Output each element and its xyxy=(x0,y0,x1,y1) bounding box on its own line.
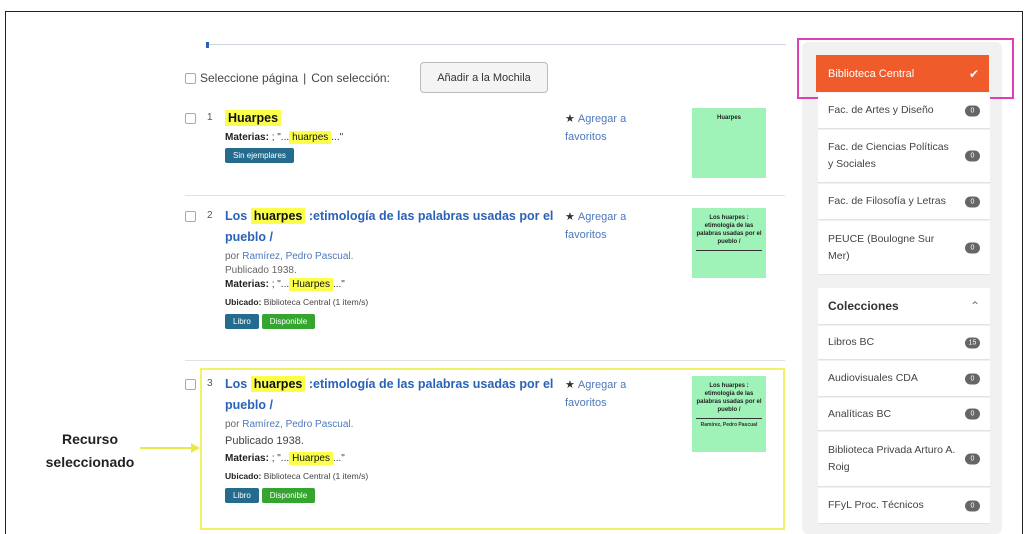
result-number: 2 xyxy=(207,210,213,221)
star-icon: ★ xyxy=(565,113,575,125)
collection-facet-item[interactable]: Analíticas BC 0 xyxy=(818,398,990,431)
collection-facet-item[interactable]: Libros BC 15 xyxy=(818,326,990,360)
facet-count-badge: 0 xyxy=(965,105,980,116)
result-location: Ubicado: Biblioteca Central (1 item/s) xyxy=(225,297,369,307)
library-facet-item[interactable]: Fac. de Artes y Diseño 0 xyxy=(818,93,990,129)
cover-author: Ramírez, Pedro Pascual xyxy=(700,422,758,428)
facet-count-badge: 0 xyxy=(965,242,980,253)
facet-count-badge: 0 xyxy=(965,408,980,420)
add-to-favorites-link[interactable]: ★ Agregar a favoritos xyxy=(565,110,655,146)
title-highlight: Huarpes xyxy=(225,110,282,126)
result-body: Los huarpes :etimología de las palabras … xyxy=(225,206,565,329)
result-badges: Sin ejemplares xyxy=(225,148,565,163)
library-facet-item[interactable]: Fac. de Ciencias Políticas y Sociales 0 xyxy=(818,130,990,183)
result-badges: Libro Disponible xyxy=(225,488,565,503)
book-cover-thumbnail[interactable]: Huarpes xyxy=(692,108,766,178)
star-icon: ★ xyxy=(565,211,575,223)
result-title[interactable]: Huarpes xyxy=(225,108,565,129)
add-to-favorites-link[interactable]: ★ Agregar a favoritos xyxy=(565,208,655,244)
add-to-backpack-button[interactable]: Añadir a la Mochila xyxy=(420,62,548,93)
cover-rule xyxy=(696,418,762,419)
result-body: Huarpes Materias: ; "... huarpes ..." Sin … xyxy=(225,108,565,163)
with-selection-label: Con selección: xyxy=(311,71,390,85)
selected-resource-annotation: Recurso seleccionado xyxy=(45,431,135,470)
result-subjects: Materias: ; "... huarpes ..." xyxy=(225,131,344,144)
no-copies-badge: Sin ejemplares xyxy=(225,148,294,163)
result-published: Publicado 1938. xyxy=(225,435,304,447)
result-divider xyxy=(185,195,785,196)
availability-badge: Disponible xyxy=(261,314,316,329)
result-badges: Libro Disponible xyxy=(225,314,565,329)
collection-facet-item[interactable]: Biblioteca Privada Arturo A. Roig 0 xyxy=(818,432,990,487)
book-cover-thumbnail[interactable]: Los huarpes : etimología de las palabras… xyxy=(692,208,766,278)
result-divider xyxy=(185,360,785,361)
select-page-checkbox[interactable] xyxy=(185,72,196,84)
result-checkbox[interactable] xyxy=(185,211,196,222)
result-published: Publicado 1938. xyxy=(225,265,297,276)
star-icon: ★ xyxy=(565,379,575,391)
format-badge: Libro xyxy=(225,314,259,329)
library-facet-item[interactable]: PEUCE (Boulogne Sur Mer) 0 xyxy=(818,221,990,275)
result-author: por Ramírez, Pedro Pascual. xyxy=(225,251,354,262)
result-body: Los huarpes :etimología de las palabras … xyxy=(225,374,565,503)
result-number: 1 xyxy=(207,112,213,123)
toolbar-separator: | xyxy=(303,71,307,85)
result-title[interactable]: Los huarpes :etimología de las palabras … xyxy=(225,374,565,416)
collection-facet-item[interactable]: FFyL Proc. Técnicos 0 xyxy=(818,488,990,524)
collection-facet-item[interactable]: Audiovisuales CDA 0 xyxy=(818,361,990,397)
result-location: Ubicado: Biblioteca Central (1 item/s) xyxy=(225,471,369,481)
collections-heading[interactable]: Colecciones ⌃ xyxy=(818,288,990,325)
result-checkbox[interactable] xyxy=(185,379,196,390)
result-item-2: 2 Los huarpes :etimología de las palabra… xyxy=(185,206,785,351)
facet-count-badge: 0 xyxy=(965,453,980,465)
format-badge: Libro xyxy=(225,488,259,503)
result-subjects: Materias: ; "... Huarpes ..." xyxy=(225,452,345,465)
select-page-label: Seleccione página xyxy=(200,71,299,85)
result-checkbox[interactable] xyxy=(185,113,196,124)
result-item-3: 3 Los huarpes :etimología de las palabra… xyxy=(185,374,785,524)
add-to-favorites-link[interactable]: ★ Agregar a favoritos xyxy=(565,376,655,412)
cover-rule xyxy=(696,250,762,251)
subject-highlight: Huarpes xyxy=(289,278,333,291)
book-cover-thumbnail[interactable]: Los huarpes : etimología de las palabras… xyxy=(692,376,766,452)
author-link[interactable]: Ramírez, Pedro Pascual. xyxy=(242,419,353,430)
chevron-up-icon: ⌃ xyxy=(969,299,980,313)
annotation-arrow-line xyxy=(140,447,198,449)
annotation-arrow-head xyxy=(191,443,200,453)
facet-count-badge: 0 xyxy=(965,373,980,384)
subject-highlight: huarpes xyxy=(289,131,332,144)
subject-highlight: Huarpes xyxy=(289,452,333,465)
result-subjects: Materias: ; "... Huarpes ..." xyxy=(225,278,345,291)
facet-count-badge: 15 xyxy=(965,337,980,348)
title-highlight: huarpes xyxy=(250,208,306,224)
result-author: por Ramírez, Pedro Pascual. xyxy=(225,419,354,430)
selection-toolbar: Seleccione página | Con selección: xyxy=(185,66,390,90)
title-highlight: huarpes xyxy=(250,376,306,392)
result-item-1: 1 Huarpes Materias: ; "... huarpes ..." Si… xyxy=(185,108,785,188)
result-number: 3 xyxy=(207,378,213,389)
availability-badge: Disponible xyxy=(261,488,316,503)
result-title[interactable]: Los huarpes :etimología de las palabras … xyxy=(225,206,565,248)
library-facet-item[interactable]: Fac. de Filosofía y Letras 0 xyxy=(818,184,990,220)
top-divider xyxy=(206,44,786,45)
author-link[interactable]: Ramírez, Pedro Pascual. xyxy=(242,251,353,262)
facet-count-badge: 0 xyxy=(965,150,980,162)
facet-count-badge: 0 xyxy=(965,500,980,511)
active-library-highlight xyxy=(797,38,1014,99)
top-divider-accent xyxy=(206,42,209,48)
facet-count-badge: 0 xyxy=(965,196,980,207)
